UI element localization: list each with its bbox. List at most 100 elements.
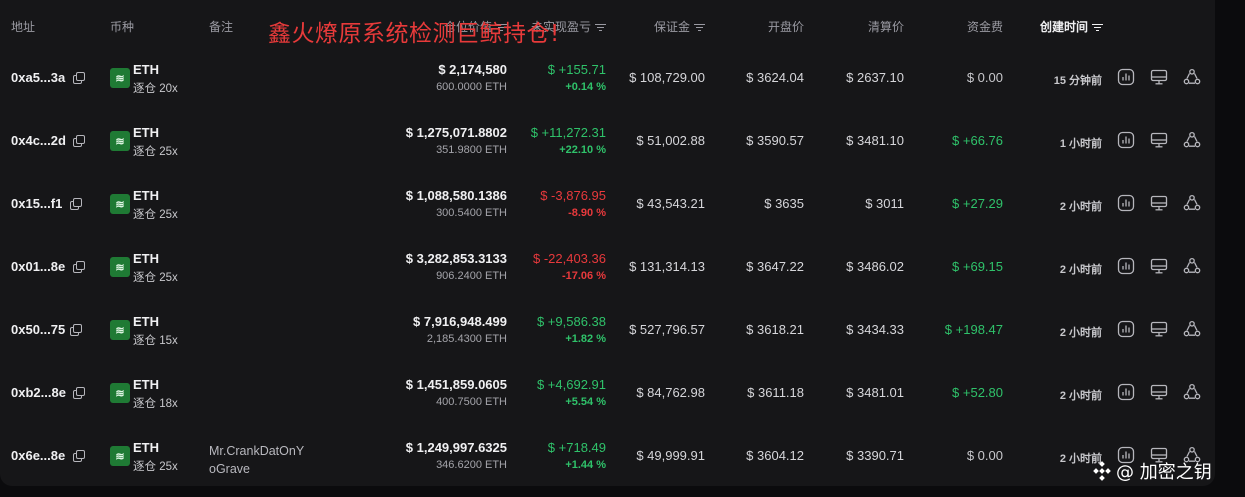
sort-icon[interactable] xyxy=(694,23,705,32)
header-margin-label: 保证金 xyxy=(653,20,690,34)
watermark-logo-icon xyxy=(1092,460,1112,486)
header-address[interactable]: 地址 xyxy=(11,18,35,35)
table-row[interactable]: 0x6e...8e ≋ ETH 逐仓 25x Mr.CrankDatOnY oGr… xyxy=(0,426,1215,489)
chart-icon[interactable] xyxy=(1117,383,1135,401)
created-time: 15 分钟前 xyxy=(1053,75,1102,87)
chart-icon[interactable] xyxy=(1117,320,1135,338)
header-created[interactable]: 创建时间 xyxy=(1040,18,1104,35)
coin-symbol: ETH xyxy=(133,125,159,140)
monitor-icon[interactable] xyxy=(1150,257,1168,275)
leverage-label: 逐仓 15x xyxy=(133,335,178,347)
margin-value: $ 49,999.91 xyxy=(636,448,705,463)
unrealized-pnl-percent: +1.82 % xyxy=(565,333,606,345)
funding-fee: $ +27.29 xyxy=(952,196,1003,211)
chart-icon[interactable] xyxy=(1117,131,1135,149)
monitor-icon[interactable] xyxy=(1150,194,1168,212)
share-network-icon[interactable] xyxy=(1183,131,1201,149)
table-row[interactable]: 0x4c...2d ≋ ETH 逐仓 25x $ 1,275,071.8802 … xyxy=(0,111,1215,174)
position-amount: 346.6200 ETH xyxy=(436,459,507,471)
sort-icon[interactable] xyxy=(595,23,606,32)
created-time: 2 小时前 xyxy=(1059,327,1102,339)
coin-logo-icon: ≋ xyxy=(110,131,130,151)
chart-icon[interactable] xyxy=(1117,257,1135,275)
share-network-icon[interactable] xyxy=(1183,383,1201,401)
table-row[interactable]: 0x50...75 ≋ ETH 逐仓 15x $ 7,916,948.499 2… xyxy=(0,300,1215,363)
funding-fee: $ +52.80 xyxy=(952,385,1003,400)
header-coin[interactable]: 币种 xyxy=(110,18,134,35)
copy-icon[interactable] xyxy=(73,72,85,84)
address-link[interactable]: 0x4c...2d xyxy=(11,133,66,148)
watermark-text: @ 加密之钥 xyxy=(1116,462,1212,483)
position-value: $ 1,275,071.8802 xyxy=(405,125,507,140)
share-network-icon[interactable] xyxy=(1183,320,1201,338)
copy-icon[interactable] xyxy=(73,135,85,147)
unrealized-pnl-percent: +1.44 % xyxy=(565,459,606,471)
table-row[interactable]: 0xb2...8e ≋ ETH 逐仓 18x $ 1,451,859.0605 … xyxy=(0,363,1215,426)
address-link[interactable]: 0xa5...3a xyxy=(11,70,65,85)
monitor-icon[interactable] xyxy=(1150,68,1168,86)
table-row[interactable]: 0x01...8e ≋ ETH 逐仓 25x $ 3,282,853.3133 … xyxy=(0,237,1215,300)
entry-price: $ 3590.57 xyxy=(746,133,804,148)
entry-price: $ 3611.18 xyxy=(747,385,804,400)
unrealized-pnl-percent: +5.54 % xyxy=(565,396,606,408)
unrealized-pnl-percent: -8.90 % xyxy=(568,207,606,219)
share-network-icon[interactable] xyxy=(1183,257,1201,275)
margin-value: $ 51,002.88 xyxy=(636,133,705,148)
entry-price: $ 3624.04 xyxy=(746,70,804,85)
header-liq[interactable]: 清算价 xyxy=(868,18,904,35)
leverage-label: 逐仓 25x xyxy=(133,209,178,221)
unrealized-pnl-percent: +0.14 % xyxy=(565,81,606,93)
unrealized-pnl-percent: +22.10 % xyxy=(559,144,606,156)
margin-value: $ 108,729.00 xyxy=(629,70,705,85)
position-amount: 300.5400 ETH xyxy=(436,207,507,219)
coin-logo-icon: ≋ xyxy=(110,194,130,214)
position-value: $ 2,174,580 xyxy=(438,62,507,77)
address-link[interactable]: 0x01...8e xyxy=(11,259,65,274)
table-row[interactable]: 0x15...f1 ≋ ETH 逐仓 25x $ 1,088,580.1386 … xyxy=(0,174,1215,237)
watermark: @ 加密之钥 xyxy=(1092,458,1212,486)
address-link[interactable]: 0xb2...8e xyxy=(11,385,66,400)
monitor-icon[interactable] xyxy=(1150,131,1168,149)
share-network-icon[interactable] xyxy=(1183,194,1201,212)
header-entry[interactable]: 开盘价 xyxy=(768,18,804,35)
position-amount: 600.0000 ETH xyxy=(436,81,507,93)
unrealized-pnl: $ +4,692.91 xyxy=(536,377,606,392)
funding-fee: $ +66.76 xyxy=(952,133,1003,148)
sort-icon[interactable] xyxy=(1092,23,1104,32)
copy-icon[interactable] xyxy=(73,387,85,399)
header-note[interactable]: 备注 xyxy=(209,18,233,35)
header-margin[interactable]: 保证金 xyxy=(654,18,705,35)
copy-icon[interactable] xyxy=(73,261,85,273)
unrealized-pnl: $ +718.49 xyxy=(547,440,606,455)
margin-value: $ 131,314.13 xyxy=(629,259,705,274)
coin-symbol: ETH xyxy=(133,251,159,266)
margin-value: $ 43,543.21 xyxy=(636,196,705,211)
leverage-label: 逐仓 18x xyxy=(133,398,178,410)
chart-icon[interactable] xyxy=(1117,68,1135,86)
coin-symbol: ETH xyxy=(133,314,159,329)
chart-icon[interactable] xyxy=(1117,194,1135,212)
header-funding[interactable]: 资金费 xyxy=(967,18,1003,35)
liquidation-price: $ 3481.10 xyxy=(846,133,904,148)
copy-icon[interactable] xyxy=(70,324,82,336)
funding-fee: $ 0.00 xyxy=(966,448,1003,463)
position-value: $ 3,282,853.3133 xyxy=(405,251,507,266)
share-network-icon[interactable] xyxy=(1183,68,1201,86)
entry-price: $ 3647.22 xyxy=(746,259,804,274)
entry-price: $ 3604.12 xyxy=(746,448,804,463)
coin-logo-icon: ≋ xyxy=(110,383,130,403)
unrealized-pnl-percent: -17.06 % xyxy=(561,270,606,282)
monitor-icon[interactable] xyxy=(1150,320,1168,338)
address-link[interactable]: 0x50...75 xyxy=(11,322,65,337)
unrealized-pnl: $ +9,586.38 xyxy=(536,314,606,329)
funding-fee: $ 0.00 xyxy=(966,70,1003,85)
table-row[interactable]: 0xa5...3a ≋ ETH 逐仓 20x $ 2,174,580 600.0… xyxy=(0,48,1215,111)
leverage-label: 逐仓 20x xyxy=(133,83,178,95)
coin-symbol: ETH xyxy=(133,188,159,203)
address-link[interactable]: 0x15...f1 xyxy=(11,196,62,211)
address-link[interactable]: 0x6e...8e xyxy=(11,448,65,463)
monitor-icon[interactable] xyxy=(1150,383,1168,401)
copy-icon[interactable] xyxy=(73,450,85,462)
unrealized-pnl: $ +155.71 xyxy=(547,62,606,77)
copy-icon[interactable] xyxy=(70,198,82,210)
